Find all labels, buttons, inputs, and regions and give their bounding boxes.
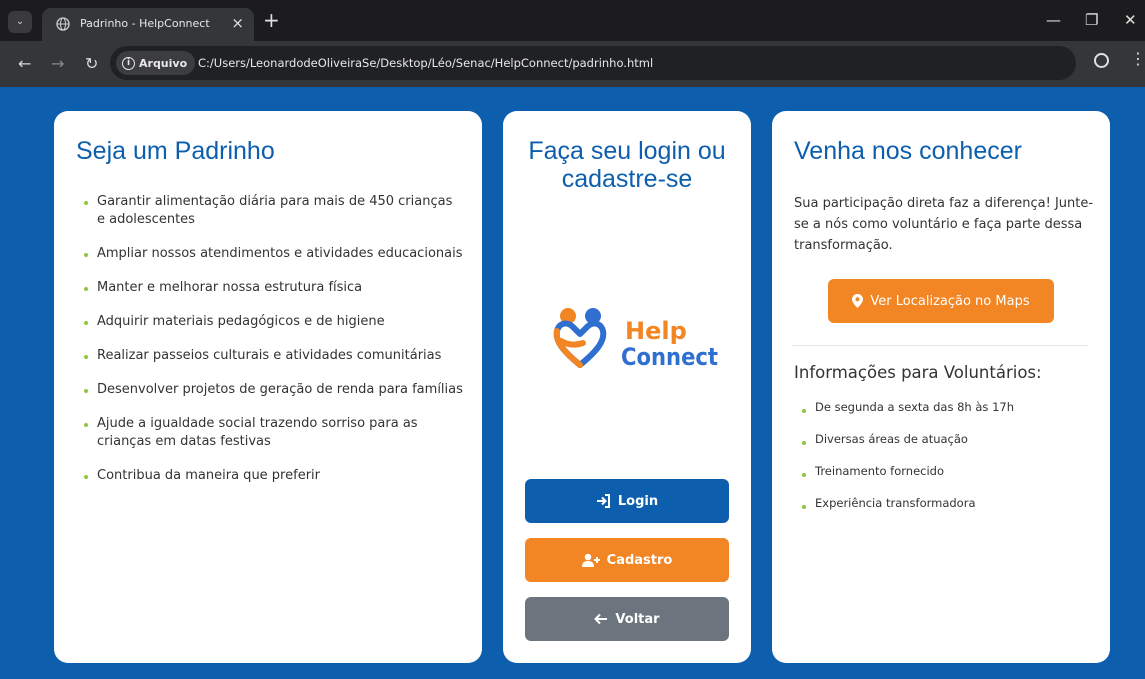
svg-text:Connect: Connect xyxy=(621,343,718,371)
back-arrow-icon[interactable]: ← xyxy=(18,56,31,72)
bullet-icon xyxy=(84,355,88,359)
browser-chrome: ⌄ Padrinho - HelpConnect × + — ❐ ✕ ← → ↻… xyxy=(0,0,1145,87)
globe-icon xyxy=(56,17,70,31)
bullet-icon xyxy=(802,409,806,413)
back-button[interactable]: Voltar xyxy=(525,597,729,641)
bullet-icon xyxy=(802,505,806,509)
list-item-text: Ampliar nossos atendimentos e atividades… xyxy=(97,246,463,261)
address-bar[interactable]: i Arquivo C:/Users/LeonardodeOliveiraSe/… xyxy=(110,46,1076,80)
list-item: Garantir alimentação diária para mais de… xyxy=(84,193,464,229)
map-button-label: Ver Localização no Maps xyxy=(870,293,1030,309)
login-card: Faça seu login ou cadastre-se Help Conne… xyxy=(503,111,751,663)
visit-text: Sua participação direta faz a diferença!… xyxy=(794,196,1094,253)
bullet-icon xyxy=(802,473,806,477)
list-item: Ajude a igualdade social trazendo sorris… xyxy=(84,415,464,451)
tab-close-icon[interactable]: × xyxy=(231,14,244,32)
user-plus-icon xyxy=(581,553,600,567)
login-title: Faça seu login ou cadastre-se xyxy=(528,137,726,193)
list-item-text: Treinamento fornecido xyxy=(815,464,945,478)
close-window-icon[interactable]: ✕ xyxy=(1124,12,1137,28)
page-content: Seja um Padrinho Garantir alimentação di… xyxy=(0,87,1145,679)
url-text[interactable]: C:/Users/LeonardodeOliveiraSe/Desktop/Lé… xyxy=(198,56,653,70)
list-item: Treinamento fornecido xyxy=(802,463,1014,479)
bullet-icon xyxy=(84,321,88,325)
bullet-icon xyxy=(84,287,88,291)
list-item-text: Diversas áreas de atuação xyxy=(815,432,968,446)
sponsor-title: Seja um Padrinho xyxy=(76,137,275,165)
list-item-text: Manter e melhorar nossa estrutura física xyxy=(97,280,363,295)
list-item-text: De segunda a sexta das 8h às 17h xyxy=(815,400,1014,414)
minimize-icon[interactable]: — xyxy=(1046,12,1061,28)
list-item-text: Realizar passeios culturais e atividades… xyxy=(97,348,442,363)
restore-icon[interactable]: ❐ xyxy=(1085,12,1098,28)
browser-toolbar: ← → ↻ i Arquivo C:/Users/LeonardodeOlive… xyxy=(0,41,1145,87)
volunteer-info-list: De segunda a sexta das 8h às 17h Diversa… xyxy=(802,399,1014,527)
map-location-button[interactable]: Ver Localização no Maps xyxy=(828,279,1054,323)
sponsor-card: Seja um Padrinho Garantir alimentação di… xyxy=(54,111,482,663)
list-item: Realizar passeios culturais e atividades… xyxy=(84,347,464,365)
reload-icon[interactable]: ↻ xyxy=(85,56,98,72)
list-item-text: Contribua da maneira que preferir xyxy=(97,468,320,483)
list-item-text: Ajude a igualdade social trazendo sorris… xyxy=(97,416,418,449)
sponsor-benefits-list: Garantir alimentação diária para mais de… xyxy=(84,193,464,501)
login-button[interactable]: Login xyxy=(525,479,729,523)
tab-title: Padrinho - HelpConnect xyxy=(80,17,210,30)
list-item: Desenvolver projetos de geração de renda… xyxy=(84,381,464,399)
svg-text:Help: Help xyxy=(625,317,687,345)
back-button-label: Voltar xyxy=(615,611,660,627)
site-info-label: Arquivo xyxy=(139,56,188,70)
login-button-label: Login xyxy=(617,493,659,509)
list-item-text: Adquirir materiais pedagógicos e de higi… xyxy=(97,314,385,329)
visit-title: Venha nos conhecer xyxy=(794,137,1022,165)
bullet-icon xyxy=(84,423,88,427)
menu-kebab-icon[interactable]: ⋮ xyxy=(1130,50,1145,68)
list-item: Diversas áreas de atuação xyxy=(802,431,1014,447)
list-item-text: Desenvolver projetos de geração de renda… xyxy=(97,382,463,397)
visit-card: Venha nos conhecer Sua participação dire… xyxy=(772,111,1110,663)
bullet-icon xyxy=(84,201,88,205)
list-item: Ampliar nossos atendimentos e atividades… xyxy=(84,245,464,263)
volunteer-info-title: Informações para Voluntários: xyxy=(794,363,1042,382)
tab-search-chevron-icon[interactable]: ⌄ xyxy=(8,11,32,33)
forward-arrow-icon[interactable]: → xyxy=(51,56,64,72)
new-tab-plus-icon[interactable]: + xyxy=(263,10,280,30)
divider xyxy=(792,345,1088,346)
list-item: De segunda a sexta das 8h às 17h xyxy=(802,399,1014,415)
tab-strip: ⌄ Padrinho - HelpConnect × + — ❐ ✕ xyxy=(0,0,1145,41)
list-item-text: Garantir alimentação diária para mais de… xyxy=(97,194,453,227)
list-item: Adquirir materiais pedagógicos e de higi… xyxy=(84,313,464,331)
helpconnect-logo: Help Connect xyxy=(553,308,718,371)
profile-icon[interactable] xyxy=(1094,53,1109,68)
list-item-text: Experiência transformadora xyxy=(815,496,976,510)
bullet-icon xyxy=(84,253,88,257)
signup-button[interactable]: Cadastro xyxy=(525,538,729,582)
map-marker-icon xyxy=(852,294,864,308)
list-item: Manter e melhorar nossa estrutura física xyxy=(84,279,464,297)
bullet-icon xyxy=(84,475,88,479)
sign-in-icon xyxy=(596,494,610,508)
active-tab[interactable]: Padrinho - HelpConnect × xyxy=(42,8,254,41)
bullet-icon xyxy=(802,441,806,445)
arrow-left-icon xyxy=(594,613,608,625)
info-icon: i xyxy=(122,56,135,70)
list-item: Experiência transformadora xyxy=(802,495,1014,511)
bullet-icon xyxy=(84,389,88,393)
list-item: Contribua da maneira que preferir xyxy=(84,467,464,485)
site-info-chip[interactable]: i Arquivo xyxy=(116,51,196,75)
signup-button-label: Cadastro xyxy=(606,552,673,568)
